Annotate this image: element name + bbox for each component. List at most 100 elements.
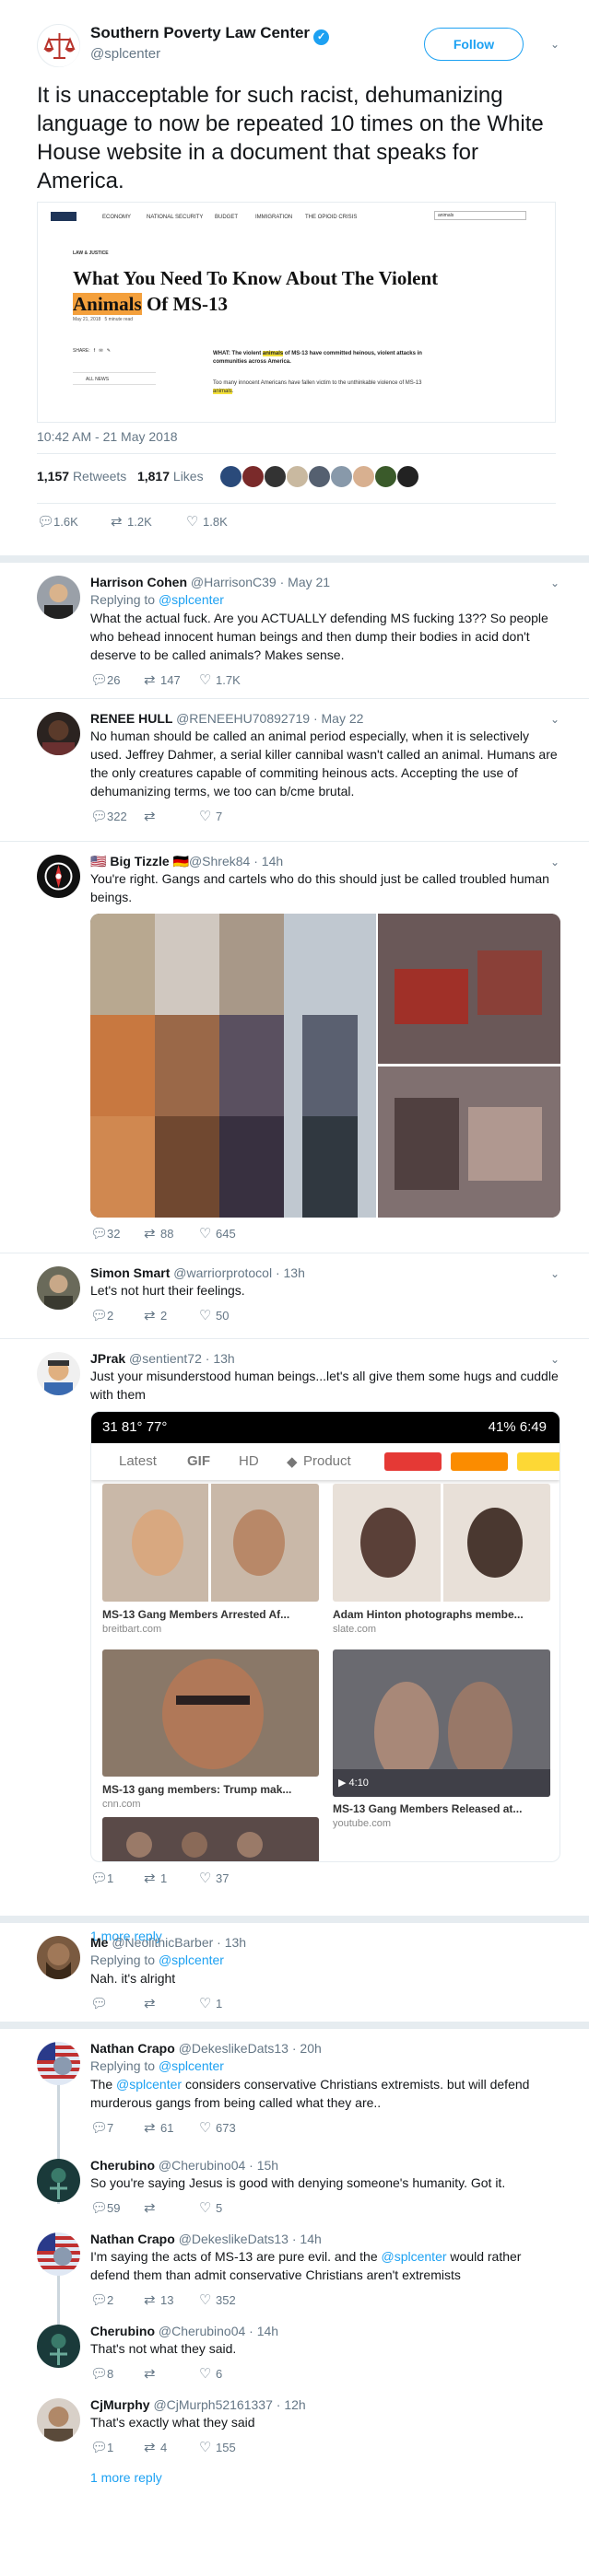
reply-button[interactable]: 💬︎ [90, 1995, 108, 2011]
like-button[interactable]: ♡ 645 [199, 1225, 236, 1241]
reply-time[interactable]: 15h [257, 2158, 278, 2173]
avatar[interactable] [37, 1352, 80, 1395]
more-replies-link[interactable]: 1 more reply [90, 2470, 560, 2485]
reply-author[interactable]: CjMurphy @CjMurph52161337 · 12h [90, 2396, 560, 2413]
reply-author[interactable]: Nathan Crapo @DekeslikeDats13 · 20h [90, 2040, 560, 2057]
retweet-button[interactable]: ⇄ 61 [144, 2119, 173, 2136]
author-name[interactable]: Nathan Crapo [90, 2041, 175, 2056]
result-caption[interactable]: MS-13 gang members: Trump mak... [102, 1783, 314, 1796]
reply-time[interactable]: 12h [284, 2397, 305, 2412]
author-handle[interactable]: @CjMurph52161337 [153, 2397, 272, 2412]
tab-gif[interactable]: GIF [187, 1453, 210, 1469]
retweets-count[interactable]: 1,157 [37, 469, 69, 484]
like-button[interactable]: ♡ 1 [199, 1995, 222, 2011]
reply-tweet[interactable]: Cherubino @Cherubino04 · 14h That's not … [0, 2312, 589, 2385]
like-button[interactable]: ♡ 1.8K [186, 513, 228, 530]
author-name[interactable]: JPrak [90, 1351, 125, 1366]
avatar[interactable] [37, 24, 80, 67]
result-image[interactable] [102, 1649, 319, 1777]
like-button[interactable]: ♡ 6 [199, 2365, 222, 2382]
avatar[interactable] [219, 465, 242, 488]
author-handle[interactable]: @warriorprotocol [173, 1265, 272, 1280]
like-button[interactable]: ♡ 155 [199, 2439, 236, 2455]
reply-tweet[interactable]: Nathan Crapo @DekeslikeDats13 · 14h I'm … [0, 2220, 589, 2312]
author-handle[interactable]: @NeolithicBarber [112, 1935, 213, 1950]
reply-author[interactable]: Cherubino @Cherubino04 · 14h [90, 2323, 560, 2339]
retweet-button[interactable]: ⇄ [144, 1995, 160, 2011]
retweet-button[interactable]: ⇄ 13 [144, 2291, 173, 2308]
result-image[interactable] [333, 1649, 550, 1797]
avatar[interactable] [37, 855, 80, 898]
reply-author[interactable]: Simon Smart @warriorprotocol · 13h [90, 1265, 560, 1281]
avatar[interactable] [37, 2398, 80, 2442]
reply-time[interactable]: May 21 [288, 575, 330, 589]
retweet-button[interactable]: ⇄ 4 [144, 2439, 167, 2455]
retweet-button[interactable]: ⇄ 2 [144, 1307, 167, 1323]
result-caption[interactable]: Adam Hinton photographs membe... [333, 1608, 545, 1621]
reply-tweet[interactable]: Cherubino @Cherubino04 · 15h So you're s… [0, 2146, 589, 2220]
reply-time[interactable]: 13h [225, 1935, 246, 1950]
reply-tweet[interactable]: Me @NeolithicBarber · 13h Replying to @s… [0, 1916, 589, 2022]
reply-author[interactable]: 🇺🇸︎ Big Tizzle 🇩🇪︎@Shrek84 · 14h [90, 853, 560, 869]
reply-author[interactable]: Harrison Cohen @HarrisonC39 · May 21 [90, 574, 560, 590]
media-phone-screenshot[interactable]: 31 81° 77° 41% 6:49 Latest GIF HD ◆ Prod… [90, 1411, 560, 1862]
avatar[interactable] [37, 1266, 80, 1310]
reply-author[interactable]: Nathan Crapo @DekeslikeDats13 · 14h [90, 2231, 560, 2247]
like-button[interactable]: ♡ 673 [199, 2119, 236, 2136]
like-button[interactable]: ♡ 352 [199, 2291, 236, 2308]
author-handle[interactable]: @HarrisonC39 [191, 575, 277, 589]
avatar[interactable] [396, 465, 419, 488]
author-name[interactable]: Me [90, 1935, 108, 1950]
reply-time[interactable]: 13h [284, 1265, 305, 1280]
chevron-down-icon[interactable]: ⌄ [548, 37, 562, 52]
tweet-timestamp[interactable]: 10:42 AM - 21 May 2018 [37, 429, 178, 444]
author-name[interactable]: Cherubino [90, 2324, 155, 2338]
author-name[interactable]: Nathan Crapo [90, 2232, 175, 2246]
reply-tweet[interactable]: ⌄ RENEE HULL @RENEEHU70892719 · May 22 N… [0, 698, 589, 841]
likes-label[interactable]: Likes [173, 469, 204, 484]
reply-time[interactable]: May 22 [322, 711, 364, 726]
color-filter-yellow[interactable] [517, 1452, 560, 1471]
mention-link[interactable]: @splcenter [382, 2249, 447, 2264]
avatar[interactable] [37, 2042, 80, 2085]
reply-tweet[interactable]: CjMurphy @CjMurph52161337 · 12h That's e… [0, 2385, 589, 2496]
author-name[interactable]: Southern Poverty Law Center ✓ [90, 24, 330, 45]
author-handle[interactable]: @splcenter [90, 46, 160, 62]
result-image[interactable] [333, 1484, 550, 1602]
avatar[interactable] [241, 465, 265, 488]
retweet-button[interactable]: ⇄ 1 [144, 1870, 167, 1886]
author-name[interactable]: Harrison Cohen [90, 575, 187, 589]
author-handle[interactable]: @RENEEHU70892719 [176, 711, 310, 726]
reply-button[interactable]: 💬︎2 [90, 1307, 113, 1323]
retweet-button[interactable]: ⇄ [144, 808, 160, 824]
retweet-button[interactable]: ⇄ 1.2K [111, 513, 152, 530]
avatar[interactable] [37, 2159, 80, 2202]
result-image[interactable] [102, 1817, 319, 1862]
avatar[interactable] [374, 465, 397, 488]
like-button[interactable]: ♡ 50 [199, 1307, 229, 1323]
author-name[interactable]: Simon Smart [90, 1265, 170, 1280]
retweet-button[interactable]: ⇄ [144, 2199, 160, 2216]
reply-button[interactable]: 💬︎2 [90, 2291, 113, 2308]
avatar[interactable] [37, 2325, 80, 2368]
author-handle[interactable]: @DekeslikeDats13 [179, 2041, 289, 2056]
mention-link[interactable]: @splcenter [116, 2077, 182, 2092]
avatar[interactable] [286, 465, 309, 488]
like-button[interactable]: ♡ 5 [199, 2199, 222, 2216]
reply-tweet[interactable]: ⌄ Simon Smart @warriorprotocol · 13h Let… [0, 1253, 589, 1338]
reply-button[interactable]: 💬︎59 [90, 2199, 120, 2216]
avatar[interactable] [264, 465, 287, 488]
retweet-button[interactable]: ⇄ 147 [144, 671, 181, 688]
media-grid[interactable] [90, 914, 560, 1218]
reply-author[interactable]: Me @NeolithicBarber · 13h [90, 1934, 560, 1951]
reply-tweet[interactable]: Nathan Crapo @DekeslikeDats13 · 20h Repl… [0, 2022, 589, 2146]
reply-button[interactable]: 💬︎1 [90, 2439, 113, 2455]
mention-link[interactable]: @splcenter [159, 2058, 224, 2073]
tab-product[interactable]: Product [303, 1453, 351, 1469]
avatar[interactable] [37, 2232, 80, 2276]
reply-author[interactable]: JPrak @sentient72 · 13h [90, 1350, 560, 1367]
embedded-screenshot[interactable]: ECONOMY NATIONAL SECURITY BUDGET IMMIGRA… [37, 202, 556, 423]
reply-author[interactable]: RENEE HULL @RENEEHU70892719 · May 22 [90, 710, 560, 727]
reply-tweet[interactable]: ⌄ Harrison Cohen @HarrisonC39 · May 21 R… [0, 555, 589, 698]
author-handle[interactable]: @Cherubino04 [159, 2158, 245, 2173]
